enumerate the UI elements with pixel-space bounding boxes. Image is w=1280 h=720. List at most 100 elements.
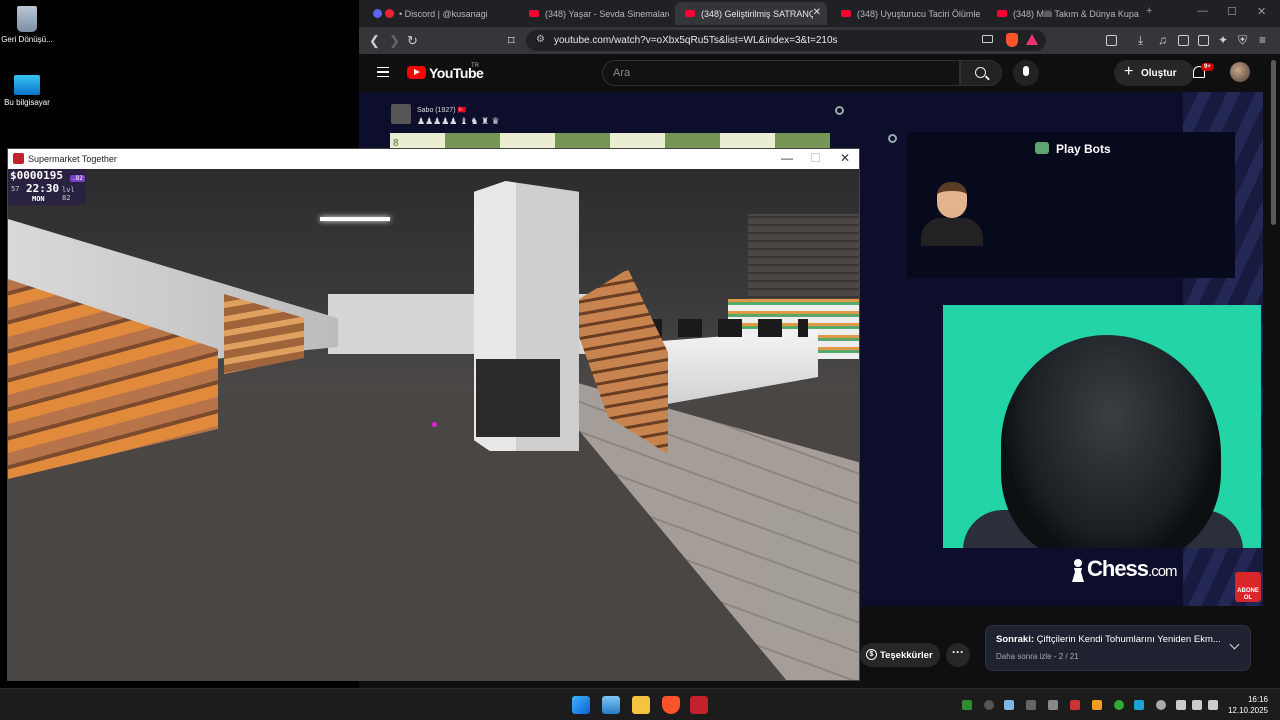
search-button[interactable] bbox=[960, 60, 1002, 86]
back-icon[interactable]: ❮ bbox=[369, 33, 380, 48]
game-hud: $0000195 .82 57 22:30 lvl 82 MON bbox=[8, 169, 86, 205]
tab-yasar[interactable]: (348) Yaşar - Sevda Sinemalarda - bbox=[519, 2, 669, 25]
game-clock: 22:30 bbox=[26, 182, 60, 195]
tray-icon[interactable] bbox=[1134, 700, 1144, 710]
leo-ai-icon[interactable]: ✦ bbox=[1218, 33, 1228, 48]
close-icon[interactable]: ✕ bbox=[813, 7, 821, 18]
extensions-icon[interactable] bbox=[1106, 35, 1117, 46]
brave-browser-icon[interactable] bbox=[662, 696, 680, 714]
notification-badge: 9+ bbox=[1201, 63, 1214, 71]
tab-milli-takim[interactable]: (348) Milli Takım & Dünya Kupası bbox=[987, 2, 1139, 25]
close-window-button[interactable]: ✕ bbox=[1257, 5, 1266, 18]
gear-icon bbox=[888, 134, 897, 143]
register-screens bbox=[638, 319, 808, 337]
pawn-icon bbox=[1072, 559, 1084, 582]
close-window-button[interactable]: ✕ bbox=[840, 151, 850, 165]
search-icon bbox=[975, 67, 986, 78]
game-viewport[interactable] bbox=[8, 169, 859, 680]
address-bar: ❮ ❯ ↻ ⌑ ⚙ youtube.com/watch?v=oXbx5qRu5T… bbox=[359, 27, 1280, 54]
minimize-button[interactable]: — bbox=[1197, 5, 1208, 17]
maximize-button[interactable]: ☐ bbox=[810, 151, 821, 165]
player-avatar bbox=[391, 104, 411, 124]
maximize-button[interactable]: ☐ bbox=[1227, 5, 1237, 18]
new-tab-button[interactable]: + bbox=[1146, 5, 1152, 17]
webcam-overlay bbox=[943, 305, 1261, 548]
tab-satranc[interactable]: (348) Geliştirilmiş SATRANÇ B ✕ bbox=[675, 2, 827, 25]
game-window-title: Supermarket Together bbox=[28, 154, 117, 164]
cast-icon[interactable] bbox=[982, 35, 993, 43]
brave-shield-icon[interactable] bbox=[1006, 33, 1018, 47]
forward-icon[interactable]: ❯ bbox=[389, 33, 400, 48]
bot-icon bbox=[1035, 142, 1049, 154]
recording-icon bbox=[385, 9, 394, 18]
microphone-icon[interactable] bbox=[1156, 700, 1166, 710]
create-button[interactable]: + Oluştur bbox=[1114, 60, 1194, 86]
page-scrollbar[interactable] bbox=[1271, 60, 1276, 225]
minimize-button[interactable]: — bbox=[781, 151, 793, 165]
wallet-icon[interactable] bbox=[1198, 35, 1209, 46]
menu-icon[interactable]: ≡ bbox=[1259, 33, 1266, 48]
desktop-icon-label: Geri Dönüşü... bbox=[1, 35, 53, 44]
tray-icon[interactable] bbox=[984, 700, 994, 710]
tray-icon[interactable] bbox=[1114, 700, 1124, 710]
reload-icon[interactable]: ↻ bbox=[407, 33, 418, 48]
tab-label: (348) Uyuşturucu Taciri Ölümle Kar bbox=[857, 8, 983, 19]
media-icon[interactable]: ♫ bbox=[1158, 33, 1167, 48]
battery-icon[interactable] bbox=[1208, 700, 1218, 710]
tray-icon[interactable] bbox=[1070, 700, 1080, 710]
youtube-icon bbox=[841, 10, 851, 17]
tab-discord[interactable]: • Discord | @kusanagi bbox=[363, 2, 513, 25]
voice-search-icon[interactable] bbox=[1013, 60, 1039, 86]
avatar[interactable] bbox=[1230, 62, 1250, 82]
youtube-icon bbox=[685, 10, 695, 17]
url-field[interactable]: ⚙ youtube.com/watch?v=oXbx5qRu5Ts&list=W… bbox=[526, 30, 1046, 51]
up-next-card[interactable]: Sonraki: Çiftçilerin Kendi Tohumlarını Y… bbox=[985, 625, 1251, 671]
tab-label: • Discord | @kusanagi bbox=[399, 8, 488, 19]
youtube-icon bbox=[529, 10, 539, 17]
steam-icon[interactable] bbox=[1004, 700, 1014, 710]
youtube-logo-icon[interactable] bbox=[407, 66, 426, 79]
clock-date: 12.10.2025 bbox=[1227, 706, 1268, 715]
ceiling-light bbox=[320, 217, 390, 221]
tab-label: (348) Geliştirilmiş SATRANÇ B bbox=[701, 8, 813, 19]
url-text: youtube.com/watch?v=oXbx5qRu5Ts&list=WL&… bbox=[554, 35, 838, 46]
dollar-icon: $ bbox=[866, 649, 877, 660]
up-next-video-title: Çiftçilerin Kendi Tohumlarını Yeniden Ek… bbox=[1036, 634, 1221, 645]
widgets-icon[interactable] bbox=[602, 696, 620, 714]
hud-stat: lvl 82 bbox=[62, 186, 75, 202]
chess-logo-text: Chess bbox=[1087, 556, 1149, 581]
taskbar-clock[interactable]: 16:16 12.10.2025 bbox=[1224, 694, 1268, 716]
tray-icon[interactable] bbox=[1048, 700, 1058, 710]
brave-rewards-icon[interactable] bbox=[1026, 34, 1038, 45]
network-icon[interactable] bbox=[1176, 700, 1186, 710]
discord-icon bbox=[373, 9, 382, 18]
bookmark-icon[interactable]: ⌑ bbox=[508, 33, 515, 48]
tray-icon[interactable] bbox=[1092, 700, 1102, 710]
site-info-icon[interactable]: ⚙ bbox=[536, 34, 545, 45]
up-next-prefix: Sonraki: bbox=[996, 634, 1035, 645]
sidebar-icon[interactable] bbox=[1178, 35, 1189, 46]
file-explorer-icon[interactable] bbox=[632, 696, 650, 714]
taskbar: 16:16 12.10.2025 bbox=[0, 688, 1280, 720]
desktop-icon-recycle-bin[interactable]: Geri Dönüşü... bbox=[0, 6, 54, 45]
chevron-down-icon[interactable] bbox=[1229, 639, 1240, 650]
tray-icon[interactable] bbox=[962, 700, 972, 710]
tab-uyusturucu[interactable]: (348) Uyuşturucu Taciri Ölümle Kar bbox=[831, 2, 983, 25]
gear-icon bbox=[835, 106, 844, 115]
youtube-header: YouTube TR Ara + Oluştur 9+ bbox=[359, 54, 1280, 92]
up-next-title: Sonraki: Çiftçilerin Kendi Tohumlarını Y… bbox=[996, 634, 1221, 645]
start-windows-icon[interactable] bbox=[572, 696, 590, 714]
vpn-icon[interactable]: ⛨ bbox=[1238, 33, 1247, 48]
captured-pieces: ♟♟♟♟♟ ♝ ♞ ♜ ♛ bbox=[417, 116, 500, 126]
tray-icon[interactable] bbox=[1026, 700, 1036, 710]
game-title-bar: Supermarket Together — ☐ ✕ bbox=[8, 149, 859, 169]
download-icon[interactable]: ⤓ bbox=[1138, 33, 1143, 48]
supermarket-app-icon[interactable] bbox=[690, 696, 708, 714]
search-input[interactable]: Ara bbox=[602, 60, 960, 86]
chess-logo-suffix: .com bbox=[1148, 563, 1177, 580]
more-actions-button[interactable]: ··· bbox=[946, 643, 970, 667]
desktop-icon-this-pc[interactable]: Bu bilgisayar bbox=[0, 75, 54, 108]
volume-icon[interactable] bbox=[1192, 700, 1202, 710]
hamburger-menu-icon[interactable] bbox=[377, 67, 389, 77]
thanks-button[interactable]: $ Teşekkürler bbox=[860, 643, 940, 667]
